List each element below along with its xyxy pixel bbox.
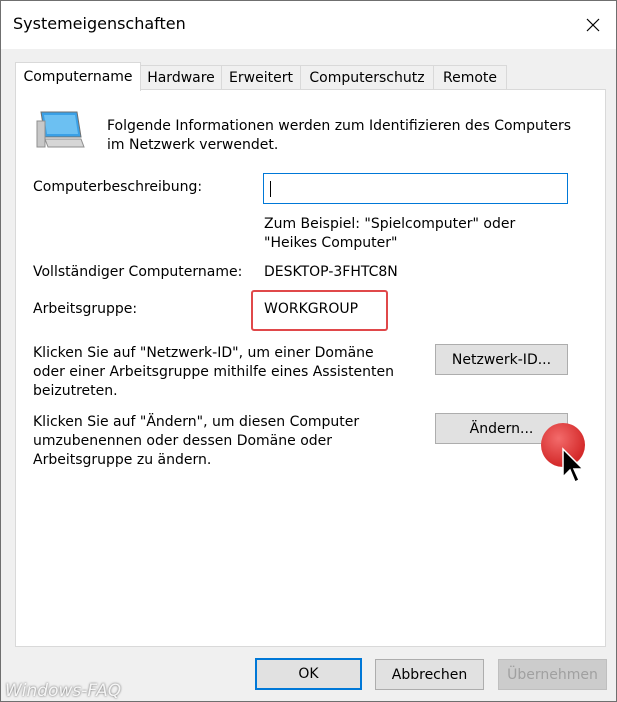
network-id-text-line2: oder einer Arbeitsgruppe mithilfe eines …	[33, 364, 395, 380]
cancel-button-label: Abbrechen	[391, 666, 468, 683]
apply-button[interactable]: Übernehmen	[498, 659, 607, 690]
description-hint-line2: "Heikes Computer"	[264, 235, 398, 251]
close-button[interactable]	[570, 1, 616, 49]
tab-computername[interactable]: Computername	[15, 62, 141, 91]
change-text-line2: umzubenennen oder dessen Domäne oder	[33, 433, 333, 449]
mouse-cursor-icon	[562, 447, 585, 484]
tab-label: Remote	[442, 70, 498, 86]
tab-erweitert[interactable]: Erweitert	[221, 65, 301, 90]
workgroup-label: Arbeitsgruppe:	[33, 301, 138, 317]
ok-button[interactable]: OK	[255, 658, 362, 690]
cancel-button[interactable]: Abbrechen	[375, 659, 484, 690]
network-id-text-line1: Klicken Sie auf "Netzwerk-ID", um einer …	[33, 345, 374, 361]
system-properties-window: Systemeigenschaften Computername Hardwar…	[0, 0, 617, 702]
tab-label: Computername	[23, 69, 133, 85]
close-icon	[586, 18, 600, 32]
description-hint-line1: Zum Beispiel: "Spielcomputer" oder	[264, 216, 516, 232]
apply-button-label: Übernehmen	[507, 666, 598, 683]
info-text-line1: Folgende Informationen werden zum Identi…	[107, 118, 572, 134]
description-input[interactable]	[263, 173, 568, 204]
change-text-line1: Klicken Sie auf "Ändern", um diesen Comp…	[33, 414, 360, 430]
text-caret	[270, 181, 271, 197]
tab-computerschutz[interactable]: Computerschutz	[300, 65, 434, 90]
network-id-button-label: Netzwerk-ID...	[451, 351, 552, 368]
watermark: Windows-FAQ	[5, 681, 122, 701]
workgroup-value: WORKGROUP	[264, 301, 359, 317]
tab-label: Computerschutz	[309, 70, 425, 86]
window-title: Systemeigenschaften	[13, 14, 186, 33]
ok-button-label: OK	[298, 666, 319, 682]
description-label: Computerbeschreibung:	[33, 179, 203, 195]
tab-label: Hardware	[147, 70, 215, 86]
tab-hardware[interactable]: Hardware	[140, 65, 222, 90]
full-name-value: DESKTOP-3FHTC8N	[264, 264, 398, 280]
change-button-label: Ändern...	[469, 420, 534, 437]
full-name-label: Vollständiger Computername:	[33, 264, 243, 280]
info-text-line2: im Netzwerk verwendet.	[107, 137, 279, 153]
network-id-text-line3: beizutreten.	[33, 383, 118, 399]
computer-icon	[36, 111, 85, 148]
network-id-button[interactable]: Netzwerk-ID...	[435, 344, 568, 375]
tab-label: Erweitert	[229, 70, 293, 86]
tab-remote[interactable]: Remote	[433, 65, 507, 90]
title-bar[interactable]: Systemeigenschaften	[1, 1, 616, 49]
change-text-line3: Arbeitsgruppe zu ändern.	[33, 452, 212, 468]
